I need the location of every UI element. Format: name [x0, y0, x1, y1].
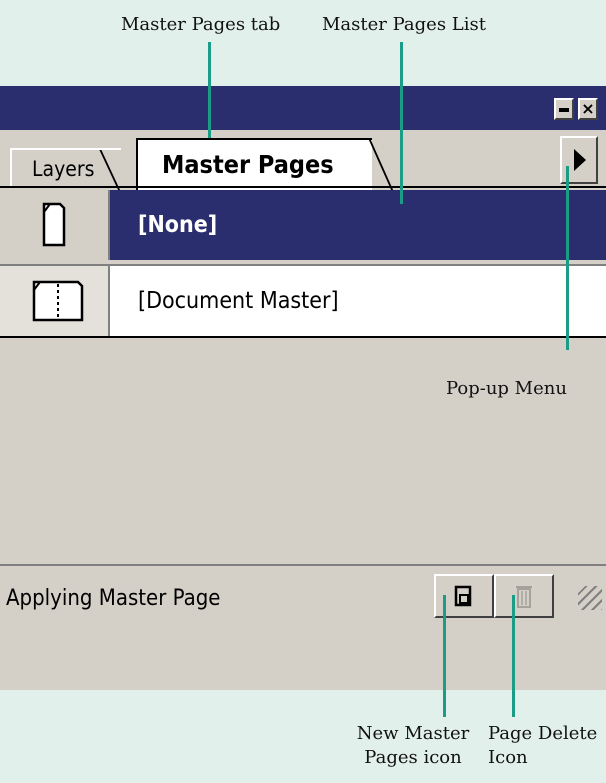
tab-master-pages[interactable]: Master Pages — [136, 138, 394, 192]
single-page-icon — [42, 202, 66, 247]
delete-page-button[interactable] — [494, 574, 554, 618]
minimize-button[interactable] — [554, 98, 574, 120]
annotation-new-master-pages-icon: New Master Pages icon — [356, 723, 470, 768]
status-text: Applying Master Page — [6, 586, 221, 611]
resize-grip-icon[interactable] — [578, 586, 602, 610]
spread-page-icon — [32, 280, 84, 322]
list-item[interactable]: [Document Master] — [0, 264, 606, 338]
popup-menu-arrow-icon — [574, 149, 586, 171]
leader-new-master-page — [443, 595, 446, 717]
annotation-master-pages-list: Master Pages List — [322, 14, 486, 35]
tab-layers-label: Layers — [32, 157, 95, 181]
list-item[interactable]: [None] — [0, 190, 606, 260]
close-button[interactable]: × — [578, 98, 598, 120]
tab-master-pages-label: Master Pages — [162, 150, 334, 179]
leader-master-pages-list — [400, 42, 403, 204]
leader-popup-menu — [566, 166, 569, 350]
list-item-label: [None] — [110, 190, 606, 260]
trash-icon — [516, 586, 532, 608]
panel-titlebar[interactable]: × — [0, 86, 606, 130]
tab-layers[interactable]: Layers — [10, 148, 121, 192]
list-item-label: [Document Master] — [110, 266, 606, 336]
close-icon: × — [581, 99, 595, 118]
status-bar: Applying Master Page — [0, 564, 606, 690]
annotation-popup-menu: Pop-up Menu — [446, 378, 567, 399]
tab-row: Layers Master Pages — [0, 130, 606, 192]
minimize-icon — [559, 108, 569, 112]
master-pages-list: [None] [Document Master] — [0, 190, 606, 338]
annotation-page-delete-icon: Page Delete Icon — [488, 723, 598, 768]
page-thumbnail-cell — [0, 190, 110, 260]
leader-page-delete — [512, 595, 515, 717]
page-thumbnail-cell — [0, 266, 110, 336]
leader-master-pages-tab — [208, 42, 211, 138]
annotation-master-pages-tab: Master Pages tab — [121, 14, 281, 35]
